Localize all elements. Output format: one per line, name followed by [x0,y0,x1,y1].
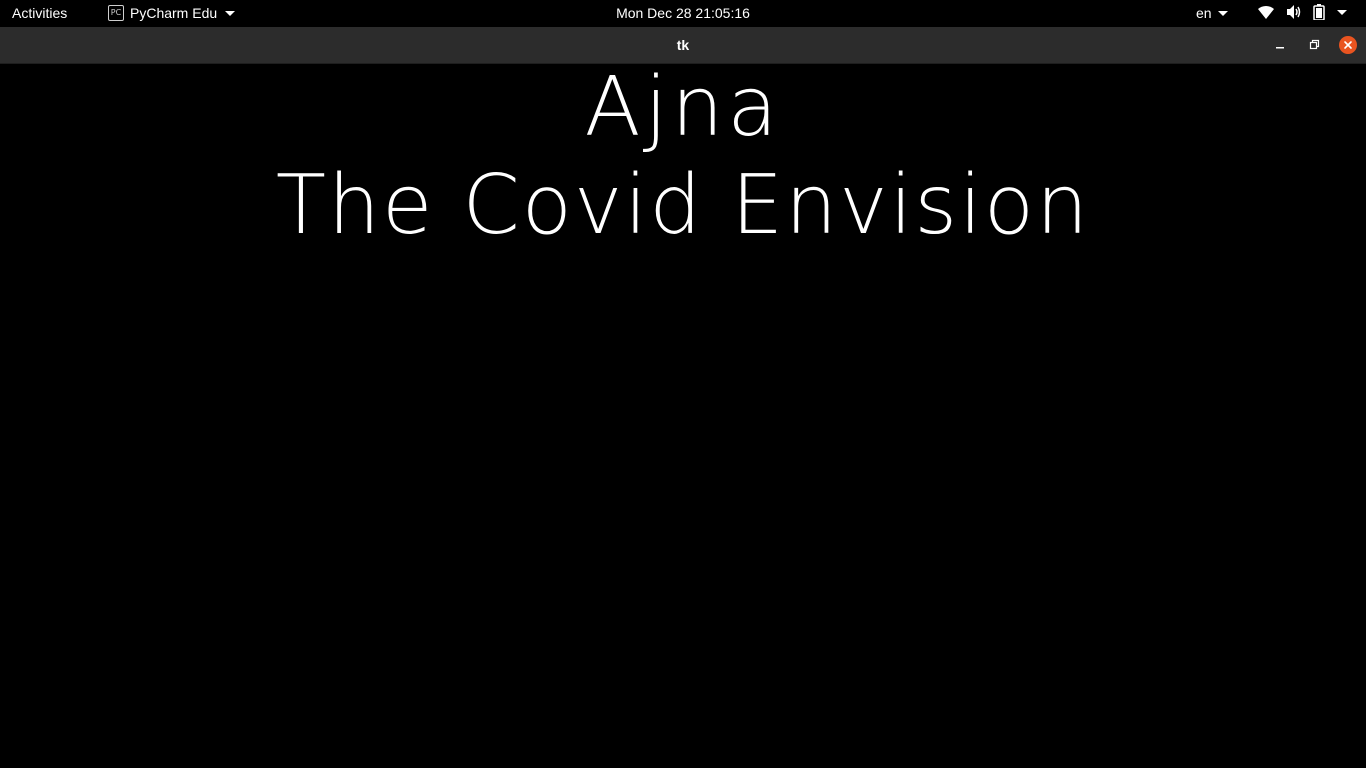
clock[interactable]: Mon Dec 28 21:05:16 [0,5,1366,21]
minimize-button[interactable] [1271,36,1289,54]
app-title-heading: Ajna [584,60,782,155]
battery-icon [1313,4,1325,20]
close-button[interactable] [1339,36,1357,54]
close-icon [1344,41,1352,49]
system-tray[interactable] [1257,4,1347,20]
wifi-icon [1257,4,1275,20]
top-bar: Activities PC PyCharm Edu Mon Dec 28 21:… [0,0,1366,27]
language-selector[interactable]: en [1196,5,1228,21]
language-label: en [1196,5,1212,21]
tk-canvas: Ajna The Covid Envision [0,60,1366,768]
volume-icon [1285,4,1303,20]
window-title: tk [676,37,690,53]
restore-icon [1309,39,1320,50]
minimize-icon [1276,47,1284,49]
maximize-button[interactable] [1305,36,1323,54]
app-subtitle-heading: The Covid Envision [275,158,1091,253]
window-titlebar[interactable]: tk [0,27,1366,64]
chevron-down-icon [1217,10,1228,16]
system-menu-icon [1337,9,1347,15]
